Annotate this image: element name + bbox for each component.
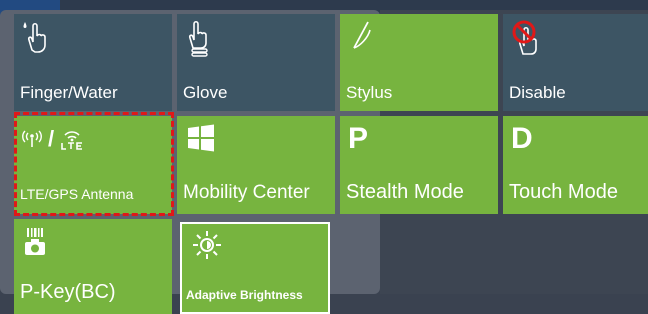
tile-stealth-mode[interactable]: P Stealth Mode — [340, 116, 498, 214]
tile-stylus-label: Stylus — [346, 83, 393, 102]
tile-finger-water-label: Finger/Water — [20, 83, 118, 102]
tile-p-key-bc-label: P-Key(BC) — [20, 281, 116, 303]
stylus-icon — [346, 20, 376, 59]
tile-lte-gps-antenna-label: LTE/GPS Antenna — [20, 186, 134, 202]
tile-mobility-center[interactable]: Mobility Center — [177, 116, 335, 214]
icon-separator: / — [48, 126, 55, 151]
tile-lte-gps-antenna[interactable]: / LTE/GPS Antenna — [14, 116, 172, 214]
stealth-p-icon: P — [348, 122, 369, 155]
windows-icon — [187, 124, 215, 157]
sun-icon — [192, 230, 222, 265]
touch-d-icon: D — [511, 122, 533, 155]
tile-touch-mode[interactable]: D Touch Mode — [503, 116, 648, 214]
tile-disable-label: Disable — [509, 83, 566, 102]
tile-p-key-bc[interactable]: P-Key(BC) — [14, 219, 172, 314]
lte-antenna-icon: / — [22, 126, 84, 152]
tile-adaptive-brightness[interactable]: Adaptive Brightness — [180, 222, 330, 314]
tile-glove[interactable]: Glove — [177, 14, 335, 111]
tile-finger-water[interactable]: Finger/Water — [14, 14, 172, 111]
tile-mobility-center-label: Mobility Center — [183, 182, 310, 203]
tile-adaptive-brightness-label: Adaptive Brightness — [186, 288, 303, 302]
barcode-camera-icon — [24, 227, 48, 262]
tile-stealth-mode-label: Stealth Mode — [346, 181, 464, 203]
glove-icon — [183, 20, 213, 63]
tile-glove-label: Glove — [183, 83, 228, 102]
disable-touch-icon — [509, 20, 545, 63]
tile-disable[interactable]: Disable — [503, 14, 648, 111]
finger-water-icon — [20, 20, 50, 59]
tile-stylus[interactable]: Stylus — [340, 14, 498, 111]
tile-touch-mode-label: Touch Mode — [509, 181, 618, 203]
